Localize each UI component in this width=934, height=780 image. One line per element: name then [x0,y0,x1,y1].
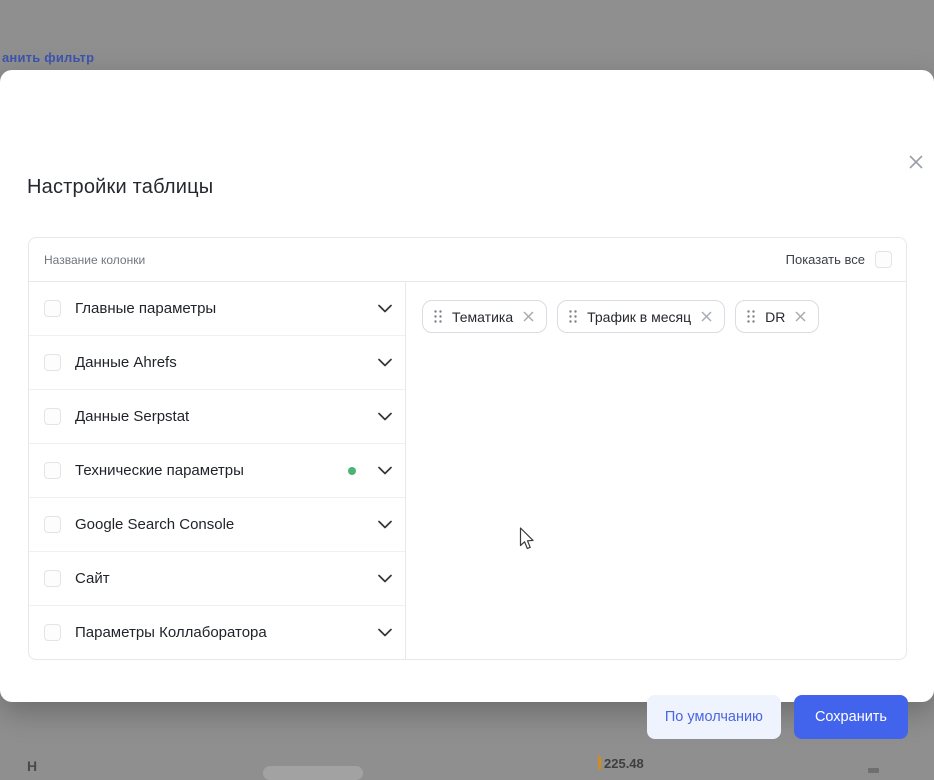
group-row-serpstat[interactable]: Данные Serpstat [29,390,405,444]
column-chip-traffic[interactable]: Трафик в месяц [557,300,725,333]
background-fragment [868,768,879,773]
modal-footer: По умолчанию Сохранить [647,695,908,739]
chevron-down-icon[interactable] [378,574,392,583]
group-checkbox[interactable] [44,354,61,371]
default-button[interactable]: По умолчанию [647,695,781,739]
group-checkbox[interactable] [44,516,61,533]
panel-body: Главные параметры Данные Ahrefs Данные S… [29,282,906,659]
group-label: Данные Ahrefs [75,354,364,371]
modal-title: Настройки таблицы [27,176,213,199]
group-checkbox[interactable] [44,570,61,587]
group-label: Параметры Коллаборатора [75,624,364,641]
show-all-checkbox[interactable] [875,251,892,268]
column-chip-dr[interactable]: DR [735,300,819,333]
drag-handle-icon[interactable] [747,310,755,323]
table-settings-modal: Настройки таблицы Название колонки Показ… [0,70,934,702]
columns-panel: Название колонки Показать все Главные па… [28,237,907,660]
chevron-down-icon[interactable] [378,412,392,421]
background-pill-fragment [263,766,363,780]
chevron-down-icon[interactable] [378,358,392,367]
group-row-technical-params[interactable]: Технические параметры [29,444,405,498]
group-checkbox[interactable] [44,624,61,641]
chip-label: Тематика [452,309,513,325]
column-chip-tematika[interactable]: Тематика [422,300,547,333]
group-row-site[interactable]: Сайт [29,552,405,606]
group-label: Технические параметры [75,462,334,479]
chevron-down-icon[interactable] [378,628,392,637]
chip-remove-icon[interactable] [701,311,712,322]
close-icon[interactable] [904,150,928,174]
group-label: Главные параметры [75,300,364,317]
chevron-down-icon[interactable] [378,466,392,475]
drag-handle-icon[interactable] [434,310,442,323]
chevron-down-icon[interactable] [378,304,392,313]
group-list: Главные параметры Данные Ahrefs Данные S… [29,282,406,659]
group-row-main-params[interactable]: Главные параметры [29,282,405,336]
group-checkbox[interactable] [44,462,61,479]
chevron-down-icon[interactable] [378,520,392,529]
status-dot-icon [348,467,356,475]
group-row-collaborator-params[interactable]: Параметры Коллаборатора [29,606,405,659]
panel-header: Название колонки Показать все [29,238,906,282]
group-checkbox[interactable] [44,408,61,425]
group-label: Сайт [75,570,364,587]
metric-flag-icon [598,756,601,770]
show-all-control[interactable]: Показать все [786,251,892,268]
chip-remove-icon[interactable] [795,311,806,322]
background-metric-fragment: 225.48 [598,756,644,771]
selected-columns-area: Тематика Трафик в месяц [406,282,906,659]
group-checkbox[interactable] [44,300,61,317]
save-filter-link-partial[interactable]: анить фильтр [2,50,94,65]
column-name-header: Название колонки [44,253,145,267]
group-row-ahrefs[interactable]: Данные Ahrefs [29,336,405,390]
group-label: Данные Serpstat [75,408,364,425]
drag-handle-icon[interactable] [569,310,577,323]
chip-label: DR [765,309,785,325]
chip-label: Трафик в месяц [587,309,691,325]
save-button[interactable]: Сохранить [794,695,908,739]
chip-remove-icon[interactable] [523,311,534,322]
show-all-label: Показать все [786,252,865,267]
group-row-google-search-console[interactable]: Google Search Console [29,498,405,552]
group-label: Google Search Console [75,516,364,533]
